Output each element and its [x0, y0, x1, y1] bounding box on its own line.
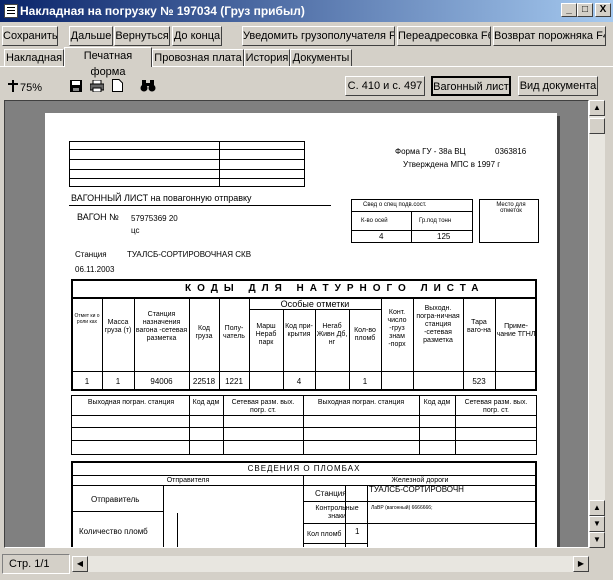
table-cell: 523	[472, 377, 486, 386]
window-title-bar[interactable]: Накладная на погрузку № 197034 (Груз при…	[0, 0, 613, 22]
close-button[interactable]: X	[595, 3, 611, 17]
zoom-cross-icon[interactable]	[8, 80, 18, 92]
station-name: ТУАЛСБ-СОРТИРОВОЧНАЯ СКВ	[127, 250, 252, 259]
document-viewport[interactable]: Форма ГУ - 38а ВЦ 0363816 Утверждена МПС…	[4, 100, 589, 548]
notify-recipient-button[interactable]: Уведомить грузополучателя F10	[242, 26, 395, 46]
scroll-left-icon[interactable]: ◀	[72, 556, 88, 572]
minimize-button[interactable]: _	[561, 3, 577, 17]
table-cell: 1	[362, 377, 368, 386]
table-cell: 1	[84, 377, 90, 386]
save-button[interactable]: Сохранить	[2, 26, 58, 46]
codes-title: КОДЫ ДЛЯ НАТУРНОГО ЛИСТА	[185, 283, 485, 294]
back-button[interactable]: Вернуться	[114, 26, 170, 46]
seals-title: СВЕДЕНИЯ О ПЛОМБАХ	[247, 464, 361, 473]
sheet-title: ВАГОННЫЙ ЛИСТ на повагонную отправку	[71, 193, 252, 203]
header-grid	[69, 141, 305, 187]
document-date: 06.11.2003	[75, 265, 115, 274]
table-cell: 94006	[150, 377, 173, 386]
tab-freight-charge[interactable]: Провозная плата	[152, 49, 244, 67]
save-disk-icon[interactable]	[70, 80, 82, 92]
page-indicator: Стр. 1/1	[2, 554, 70, 574]
maximize-button[interactable]: □	[577, 3, 593, 17]
wagon-number: 57975369 20	[131, 214, 178, 223]
scroll-top-icon[interactable]: ▲	[589, 500, 605, 516]
action-toolbar: Сохранить Дальше Вернуться До конца Увед…	[0, 24, 613, 46]
window-title: Накладная на погрузку № 197034 (Груз при…	[20, 4, 305, 18]
return-empty-button[interactable]: Возврат порожняка F4	[493, 26, 606, 46]
printed-page: Форма ГУ - 38а ВЦ 0363816 Утверждена МПС…	[45, 113, 557, 547]
table-cell: 1221	[225, 377, 243, 386]
document-icon	[4, 4, 18, 18]
tab-strip: Накладная Печатная форма Провозная плата…	[0, 47, 613, 78]
tab-documents[interactable]: Документы	[290, 49, 352, 67]
to-end-button[interactable]: До конца	[172, 26, 222, 46]
table-cell: 1	[115, 377, 121, 386]
page-reference-button[interactable]: С. 410 и с. 497	[345, 76, 425, 96]
wagon-suffix: цс	[131, 226, 140, 235]
form-code: 0363816	[495, 147, 527, 156]
vertical-scrollbar[interactable]: ▲ ▲ ▼ ▼	[589, 100, 605, 548]
tab-invoice[interactable]: Накладная	[4, 49, 64, 67]
scroll-bottom-icon[interactable]: ▼	[589, 516, 605, 532]
printer-icon[interactable]	[90, 80, 104, 92]
scroll-up-icon[interactable]: ▲	[589, 100, 605, 116]
approval-note: Утверждена МПС в 1997 г	[403, 160, 501, 169]
wagon-label: ВАГОН №	[77, 212, 119, 222]
form-name: Форма ГУ - 38а ВЦ	[395, 147, 466, 156]
scroll-down-icon[interactable]: ▼	[589, 532, 605, 548]
tab-history[interactable]: История	[244, 49, 290, 67]
scroll-right-icon[interactable]: ▶	[573, 556, 589, 572]
binoculars-icon[interactable]	[140, 80, 156, 92]
station-label: Станция	[75, 250, 107, 259]
wagon-sheet-button[interactable]: Вагонный лист	[431, 76, 511, 96]
readdress-button[interactable]: Переадресовка F6	[397, 26, 491, 46]
table-cell: 4	[296, 377, 302, 386]
document-view-button[interactable]: Вид документа	[518, 76, 598, 96]
page-icon[interactable]	[112, 79, 123, 92]
scroll-thumb[interactable]	[589, 118, 605, 134]
tab-print-form[interactable]: Печатная форма	[64, 47, 152, 78]
zoom-level[interactable]: 75%	[20, 82, 42, 94]
next-button[interactable]: Дальше	[69, 26, 113, 46]
table-cell: 22518	[192, 377, 216, 386]
horizontal-scrollbar[interactable]: ◀ ▶	[72, 556, 589, 572]
